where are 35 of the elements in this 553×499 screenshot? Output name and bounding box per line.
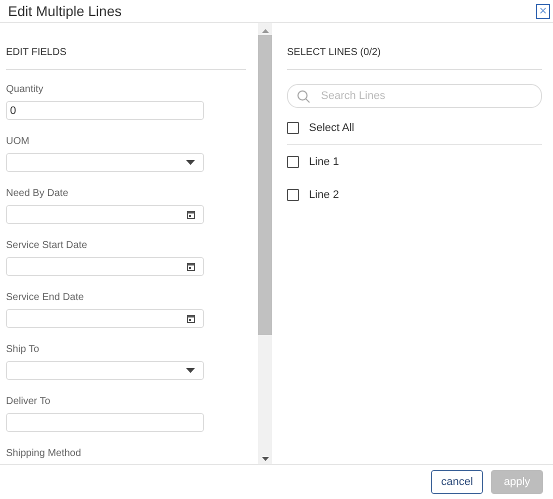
input-field[interactable]: 0 (6, 101, 204, 120)
date-field[interactable] (6, 205, 204, 224)
search-field[interactable]: Search Lines (287, 84, 542, 108)
field-label: Service Start Date (6, 240, 88, 252)
action-button[interactable]: cancel (431, 470, 483, 494)
field-label: Ship To (6, 344, 40, 356)
dialog-title: Edit Multiple Lines (8, 3, 122, 19)
caret-icon[interactable] (186, 160, 195, 165)
search-icon (297, 90, 310, 102)
field-label: UOM (6, 136, 30, 148)
dropdown-field[interactable] (6, 361, 204, 380)
field-label: Service End Date (6, 292, 85, 304)
calendar-icon[interactable] (187, 262, 195, 270)
caret-icon[interactable] (186, 368, 195, 373)
checkbox[interactable] (287, 189, 299, 201)
field-label: Quantity (6, 84, 44, 96)
section-heading: EDIT FIELDS (6, 23, 246, 70)
search-input[interactable]: Search Lines (321, 90, 532, 102)
date-field[interactable] (6, 309, 204, 328)
checkbox[interactable] (287, 122, 299, 134)
scroll-down-icon[interactable] (262, 457, 268, 461)
checkbox-label: Select All (309, 122, 354, 134)
input-field[interactable] (6, 413, 204, 432)
scrollbar[interactable] (258, 23, 272, 464)
checkbox-label: Line 2 (309, 189, 339, 201)
calendar-icon[interactable] (187, 314, 195, 322)
date-field[interactable] (6, 257, 204, 276)
dropdown-field[interactable] (6, 153, 204, 172)
checkbox-label: Line 1 (309, 156, 339, 168)
calendar-icon[interactable] (187, 210, 195, 218)
checkbox[interactable] (287, 156, 299, 168)
field-label: Need By Date (6, 188, 70, 200)
section-heading: SELECT LINES (0/2) (287, 23, 542, 70)
field-label: Deliver To (6, 396, 52, 408)
field-label: Shipping Method (6, 448, 82, 460)
